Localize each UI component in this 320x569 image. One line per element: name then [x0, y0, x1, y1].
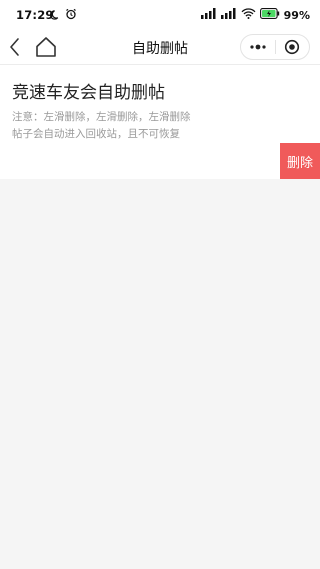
alarm-icon	[65, 8, 77, 23]
status-right: 99%	[200, 8, 310, 22]
page-heading: 竞速车友会自助删帖	[12, 83, 165, 103]
more-button[interactable]	[241, 35, 275, 59]
header-section: 竞速车友会自助删帖 注意：左滑删除，左滑删除，左滑删除 帖子会自动进入回收站，且…	[0, 65, 320, 143]
signal-icon	[220, 8, 237, 22]
mini-program-capsule	[240, 34, 310, 60]
close-mini-icon	[285, 39, 300, 55]
moon-icon	[50, 9, 61, 23]
note-text: 帖子会自动进入回收站，且不可恢复	[12, 128, 180, 140]
status-left-icons	[50, 8, 77, 23]
status-time: 17:29	[16, 8, 54, 22]
nav-bar: 自助删帖	[0, 30, 320, 65]
close-mini-program-button[interactable]	[275, 35, 309, 59]
delete-button[interactable]: 删除	[280, 143, 320, 179]
wifi-icon	[241, 8, 256, 22]
signal-icon	[200, 8, 217, 22]
status-bar: 17:29 99%	[0, 0, 320, 30]
note-text: 注意：左滑删除，左滑删除，左滑删除	[12, 111, 191, 123]
more-icon	[250, 44, 266, 50]
list-item[interactable]: 删除	[0, 143, 320, 179]
battery-icon	[259, 8, 280, 22]
battery-percent: 99%	[283, 8, 310, 22]
